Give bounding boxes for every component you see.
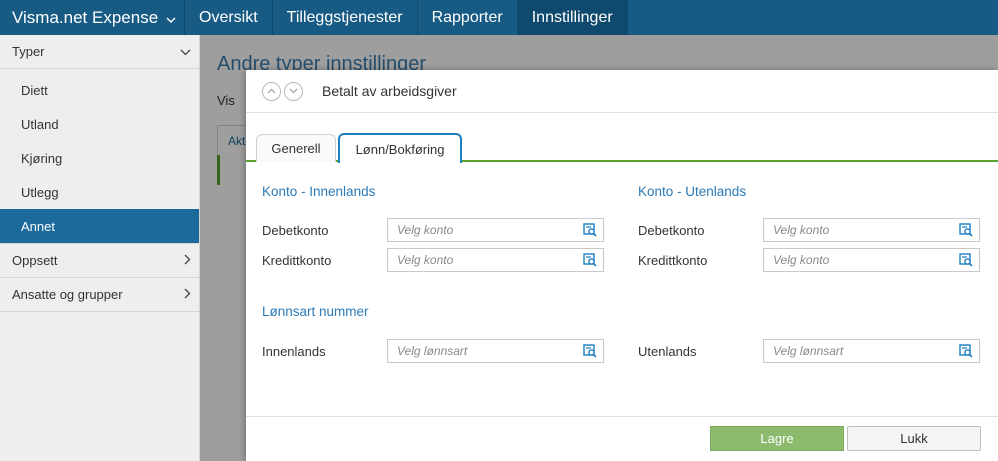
save-button[interactable]: Lagre	[710, 426, 844, 451]
debetkonto-utenlands-label: Debetkonto	[638, 223, 705, 238]
nav-item-label: Oversikt	[199, 8, 258, 26]
debetkonto-utenlands-input[interactable]	[764, 219, 949, 241]
sidebar-section-typer[interactable]: Typer	[0, 35, 199, 69]
brand-name: Visma.net Expense	[12, 7, 159, 27]
kredittkonto-utenlands-input[interactable]	[764, 249, 949, 271]
lookup-icon[interactable]	[959, 223, 973, 237]
sidebar-item-utland[interactable]: Utland	[0, 107, 199, 141]
kredittkonto-innenlands-label: Kredittkonto	[262, 253, 332, 268]
chevron-right-icon	[184, 253, 191, 268]
sidebar-section-label: Ansatte og grupper	[12, 287, 123, 302]
tab-label: Generell	[271, 141, 321, 156]
sidebar-item-label: Diett	[21, 82, 48, 98]
lookup-icon[interactable]	[583, 223, 597, 237]
chevron-down-icon	[289, 88, 298, 94]
next-item-button[interactable]	[284, 81, 303, 101]
dialog-header: Betalt av arbeidsgiver	[246, 70, 998, 113]
tab-lonn-bokforing[interactable]: Lønn/Bokføring	[338, 133, 462, 163]
lookup-icon[interactable]	[583, 344, 597, 358]
sidebar-item-utlegg[interactable]: Utlegg	[0, 175, 199, 209]
kredittkonto-utenlands-label: Kredittkonto	[638, 253, 708, 268]
sidebar-item-diett[interactable]: Diett	[0, 73, 199, 107]
lonnsart-innenlands-label: Innenlands	[262, 344, 326, 359]
dialog-title: Betalt av arbeidsgiver	[322, 83, 457, 99]
debetkonto-innenlands-label: Debetkonto	[262, 223, 329, 238]
nav-item-label: Rapporter	[431, 8, 503, 26]
tab-generell[interactable]: Generell	[256, 134, 336, 162]
nav-item-tilleggstjenester[interactable]: Tilleggstjenester	[273, 0, 418, 35]
chevron-down-icon	[180, 44, 191, 59]
sidebar-section-oppsett[interactable]: Oppsett	[0, 244, 199, 278]
top-navigation-bar: Visma.net Expense Oversikt Tilleggstjene…	[0, 0, 998, 35]
tab-label: Lønn/Bokføring	[355, 141, 445, 157]
sidebar-section-label: Oppsett	[12, 253, 58, 268]
section-heading-konto-utenlands: Konto - Utenlands	[638, 184, 747, 199]
chevron-right-icon	[184, 287, 191, 302]
debetkonto-innenlands-field	[387, 218, 604, 242]
debetkonto-innenlands-input[interactable]	[388, 219, 573, 241]
app-switcher[interactable]: Visma.net Expense	[0, 0, 185, 35]
lonnsart-innenlands-field	[387, 339, 604, 363]
lookup-icon[interactable]	[959, 344, 973, 358]
sidebar-section-label: Typer	[12, 44, 45, 59]
chevron-down-icon	[166, 8, 176, 28]
nav-item-innstillinger[interactable]: Innstillinger	[517, 0, 628, 35]
nav-item-rapporter[interactable]: Rapporter	[418, 0, 518, 35]
lonnsart-innenlands-input[interactable]	[388, 340, 573, 362]
lookup-icon[interactable]	[583, 253, 597, 267]
chevron-up-icon	[267, 88, 276, 94]
sidebar-section-ansatte[interactable]: Ansatte og grupper	[0, 278, 199, 312]
lonnsart-utenlands-label: Utenlands	[638, 344, 697, 359]
sidebar: Typer Diett Utland Kjøring Utlegg Annet …	[0, 35, 200, 461]
lonnsart-utenlands-input[interactable]	[764, 340, 949, 362]
section-heading-lonnsart: Lønnsart nummer	[262, 304, 369, 319]
sidebar-item-label: Annet	[21, 218, 55, 234]
sidebar-item-kjoring[interactable]: Kjøring	[0, 141, 199, 175]
previous-item-button[interactable]	[262, 81, 281, 101]
sidebar-item-label: Kjøring	[21, 150, 63, 166]
kredittkonto-utenlands-field	[763, 248, 980, 272]
nav-item-label: Innstillinger	[531, 8, 613, 26]
kredittkonto-innenlands-field	[387, 248, 604, 272]
close-button[interactable]: Lukk	[847, 426, 981, 451]
sidebar-item-label: Utland	[21, 116, 59, 132]
dialog-tabs: Generell Lønn/Bokføring	[246, 133, 998, 163]
dialog-footer: Lagre Lukk	[246, 416, 998, 461]
lookup-icon[interactable]	[959, 253, 973, 267]
sidebar-item-annet[interactable]: Annet	[0, 209, 199, 243]
sidebar-item-label: Utlegg	[21, 184, 59, 200]
sidebar-typer-list: Diett Utland Kjøring Utlegg Annet	[0, 69, 199, 244]
lonnsart-utenlands-field	[763, 339, 980, 363]
nav-item-label: Tilleggstjenester	[286, 8, 403, 26]
settings-dialog: Betalt av arbeidsgiver Generell Lønn/Bok…	[246, 70, 998, 461]
debetkonto-utenlands-field	[763, 218, 980, 242]
section-heading-konto-innenlands: Konto - Innenlands	[262, 184, 376, 199]
nav-item-oversikt[interactable]: Oversikt	[185, 0, 273, 35]
kredittkonto-innenlands-input[interactable]	[388, 249, 573, 271]
